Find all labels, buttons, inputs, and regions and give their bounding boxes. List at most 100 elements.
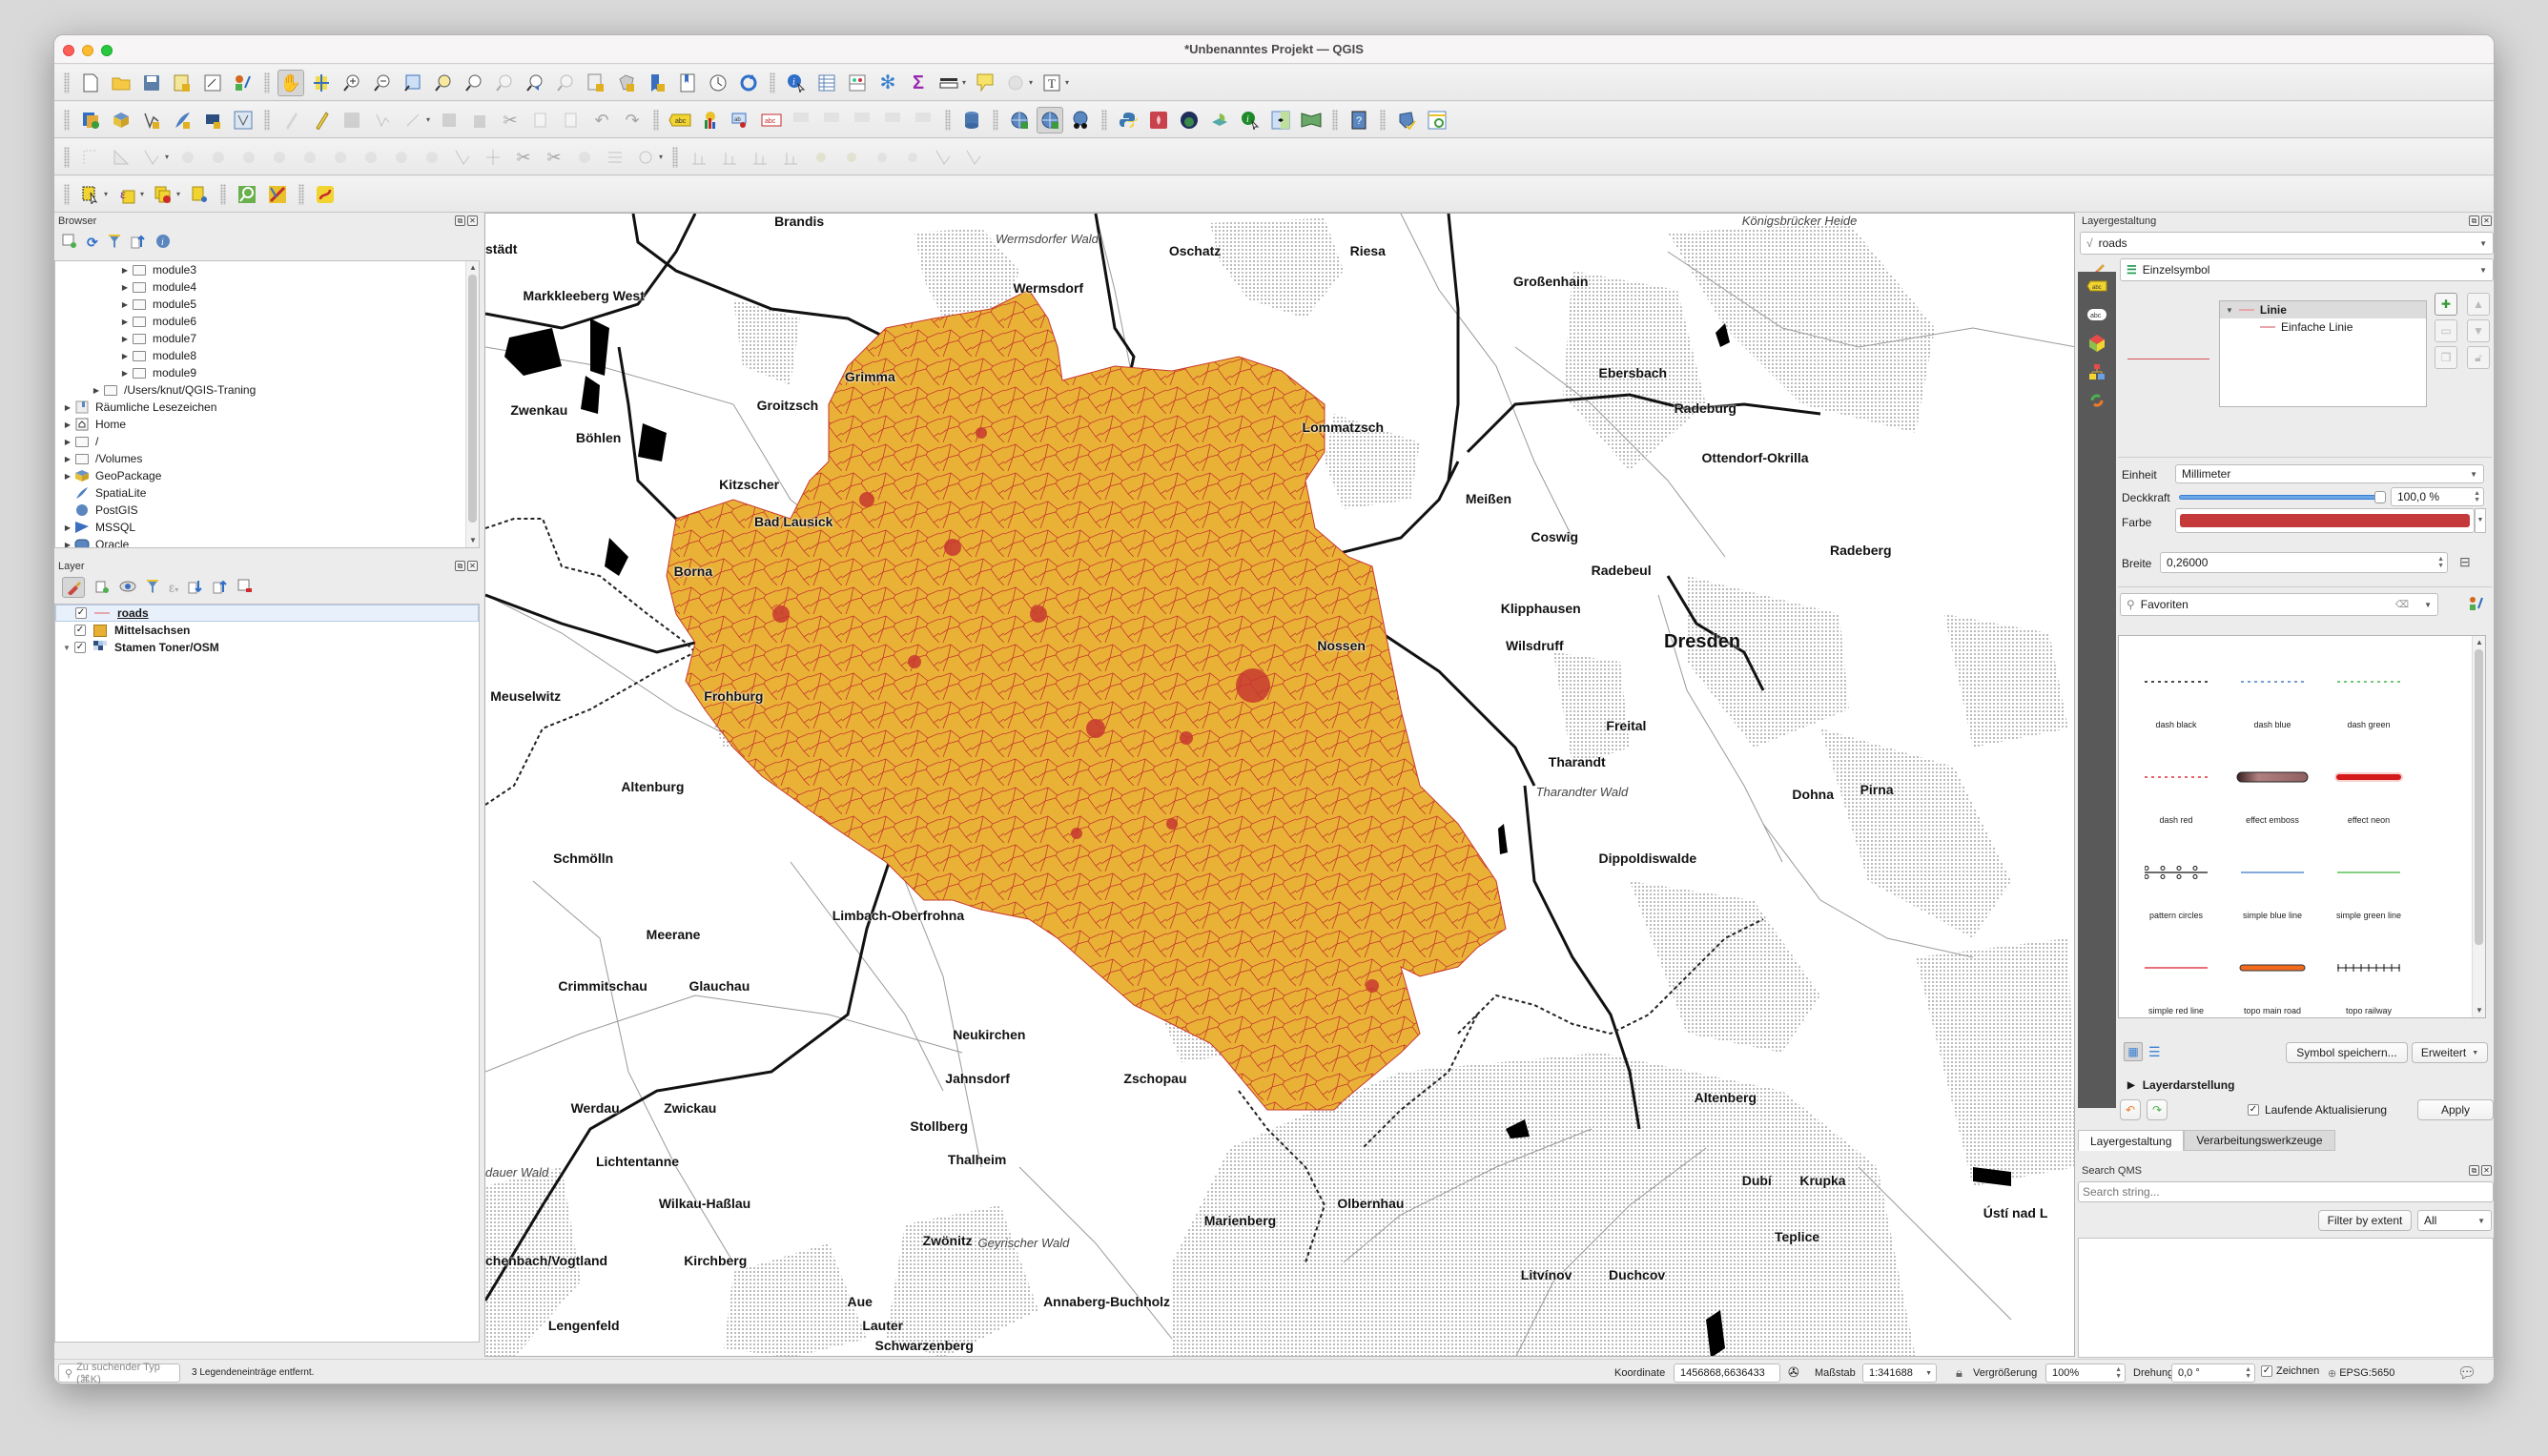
add-selected-layers-button[interactable] [62, 234, 77, 252]
select-by-expression-button[interactable]: ε [113, 181, 140, 208]
expand-all-button[interactable] [188, 579, 203, 597]
delete-ring-button[interactable] [327, 144, 354, 171]
chevron-right-icon[interactable]: ▶ [61, 455, 74, 463]
data-defined-override-icon[interactable]: ⊟ [2459, 554, 2471, 570]
symbol-gallery-item[interactable]: simple blue line [2225, 865, 2320, 920]
lock-layer-button[interactable]: 🔓︎ [2467, 346, 2490, 369]
width-spinbox[interactable]: 0,26000 ▲ ▼ [2160, 552, 2448, 573]
labels-tab[interactable]: abc [2078, 272, 2116, 300]
database-manager-button[interactable] [958, 107, 985, 133]
color-button[interactable] [2175, 508, 2475, 533]
remove-layer-button[interactable] [237, 579, 253, 597]
text-annotation-button[interactable]: T [1038, 70, 1065, 96]
globe-plugin-button[interactable] [1176, 107, 1202, 133]
reshape-features-button[interactable] [388, 144, 415, 171]
symbol-gallery-item[interactable]: dash black [2128, 674, 2224, 729]
info-icon[interactable]: i [155, 234, 171, 252]
style-manager-icon[interactable] [2469, 596, 2484, 616]
set-square-button[interactable] [108, 144, 134, 171]
filter-by-expression-button[interactable]: ε▾ [169, 580, 178, 595]
cut-features-button[interactable]: ✂ [497, 107, 524, 133]
firebird-plugin-button[interactable] [1145, 107, 1172, 133]
symbol-gallery-item[interactable]: pattern circles [2128, 865, 2224, 920]
browser-item[interactable]: ▶ module8 [55, 347, 479, 364]
layers-plugin-button[interactable] [1206, 107, 1233, 133]
chevron-right-icon[interactable]: ▶ [61, 420, 74, 429]
filter-browser-button[interactable] [108, 234, 121, 252]
shape-digitize-1-button[interactable] [686, 144, 712, 171]
metasearch-button[interactable] [1067, 107, 1094, 133]
diagrams-tab[interactable] [2078, 358, 2116, 386]
chevron-right-icon[interactable]: ▶ [118, 369, 132, 378]
layer-diagram-button[interactable] [697, 107, 724, 133]
show-bookmarks-button[interactable] [674, 70, 701, 96]
browser-item[interactable]: ▶ /Volumes [55, 450, 479, 467]
new-map-view-button[interactable] [583, 70, 609, 96]
add-group-button[interactable] [94, 579, 110, 597]
open-project-button[interactable] [108, 70, 134, 96]
map-tips-button[interactable] [972, 70, 998, 96]
gallery-scrollbar[interactable]: ▲ ▼ [2472, 636, 2485, 1017]
spinner-arrows-icon[interactable]: ▲ ▼ [2245, 1366, 2251, 1380]
snapping-3-button[interactable] [869, 144, 895, 171]
map-swipe-button[interactable] [1267, 107, 1294, 133]
style-manager-button[interactable] [230, 70, 257, 96]
symbol-gallery-item[interactable]: effect emboss [2225, 769, 2320, 825]
3d-view-tab[interactable] [2078, 329, 2116, 358]
split-parts-button[interactable]: ✂ [541, 144, 567, 171]
layer-rendering-section[interactable]: ▶ Layerdarstellung [2127, 1078, 2234, 1092]
symbol-gallery-item[interactable]: effect neon [2321, 769, 2416, 825]
show-hide-labels-button[interactable]: abc [758, 107, 785, 133]
browser-item[interactable]: ▶ Räumliche Lesezeichen [55, 399, 479, 416]
split-view-button[interactable] [1298, 107, 1325, 133]
live-update-check[interactable]: ✓ [2248, 1104, 2259, 1116]
symbol-gallery-item[interactable]: topo railway [2321, 960, 2416, 1015]
icon-view-button[interactable]: ▦ [2124, 1042, 2143, 1061]
clear-icon[interactable]: ⌫ [2395, 600, 2409, 610]
symbol-gallery-item[interactable]: dash blue [2225, 674, 2320, 729]
chevron-right-icon[interactable]: ▶ [90, 386, 103, 395]
pan-map-button[interactable]: ✋ [277, 69, 304, 96]
table-refresh-button[interactable] [1424, 107, 1450, 133]
undo-style-button[interactable]: ↶ [2120, 1099, 2141, 1120]
copy-features-button[interactable] [527, 107, 554, 133]
label-properties-button[interactable] [880, 107, 907, 133]
shape-digitize-2-button[interactable] [716, 144, 743, 171]
add-feature-button[interactable] [369, 107, 396, 133]
paste-features-button[interactable] [558, 107, 585, 133]
symbol-gallery-item[interactable]: topo main road [2225, 960, 2320, 1015]
render-check[interactable]: ✓ [2261, 1365, 2272, 1377]
zoom-native-button[interactable] [491, 70, 518, 96]
select-by-location-button[interactable] [1002, 70, 1029, 96]
trim-extend-button[interactable] [480, 144, 506, 171]
chevron-down-icon[interactable]: ▼ [59, 644, 74, 652]
float-panel-button[interactable]: ⧉ [2469, 1165, 2479, 1176]
lock-scale-icon[interactable]: 🔒︎ [1956, 1365, 1962, 1381]
symbol-tree-child[interactable]: Einfache Linie [2220, 318, 2426, 336]
chevron-right-icon[interactable]: ▶ [61, 403, 74, 412]
simplify-feature-button[interactable] [205, 144, 232, 171]
maximize-window-button[interactable] [101, 45, 113, 56]
color-dropdown-button[interactable]: ▼ [2475, 508, 2486, 533]
advanced-digitizing-button[interactable] [77, 144, 104, 171]
close-panel-button[interactable]: ✕ [2481, 1165, 2492, 1176]
close-panel-button[interactable]: ✕ [467, 215, 478, 226]
browser-item[interactable]: ▶ module5 [55, 296, 479, 313]
close-panel-button[interactable]: ✕ [2481, 215, 2492, 226]
chevron-right-icon[interactable]: ▶ [118, 318, 132, 326]
qms-filter-combo[interactable]: All ▼ [2417, 1210, 2492, 1231]
fill-ring-button[interactable] [297, 144, 323, 171]
redo-style-button[interactable]: ↷ [2147, 1099, 2168, 1120]
layer-select-combo[interactable]: √ roads ▼ [2080, 232, 2494, 255]
opacity-slider-handle[interactable] [2374, 491, 2386, 503]
offset-curve-button[interactable] [419, 144, 445, 171]
qms-results-list[interactable] [2078, 1238, 2494, 1358]
close-window-button[interactable] [63, 45, 74, 56]
move-label-button[interactable] [789, 107, 815, 133]
advanced-button[interactable]: Erweitert ▼ [2412, 1042, 2488, 1063]
scale-combo[interactable]: 1:341688 ▼ [1862, 1364, 1937, 1383]
pin-labels-button[interactable]: ab [728, 107, 754, 133]
save-project-button[interactable] [138, 70, 165, 96]
scroll-down-icon[interactable]: ▼ [466, 534, 479, 547]
collapse-all-button[interactable] [131, 234, 146, 252]
